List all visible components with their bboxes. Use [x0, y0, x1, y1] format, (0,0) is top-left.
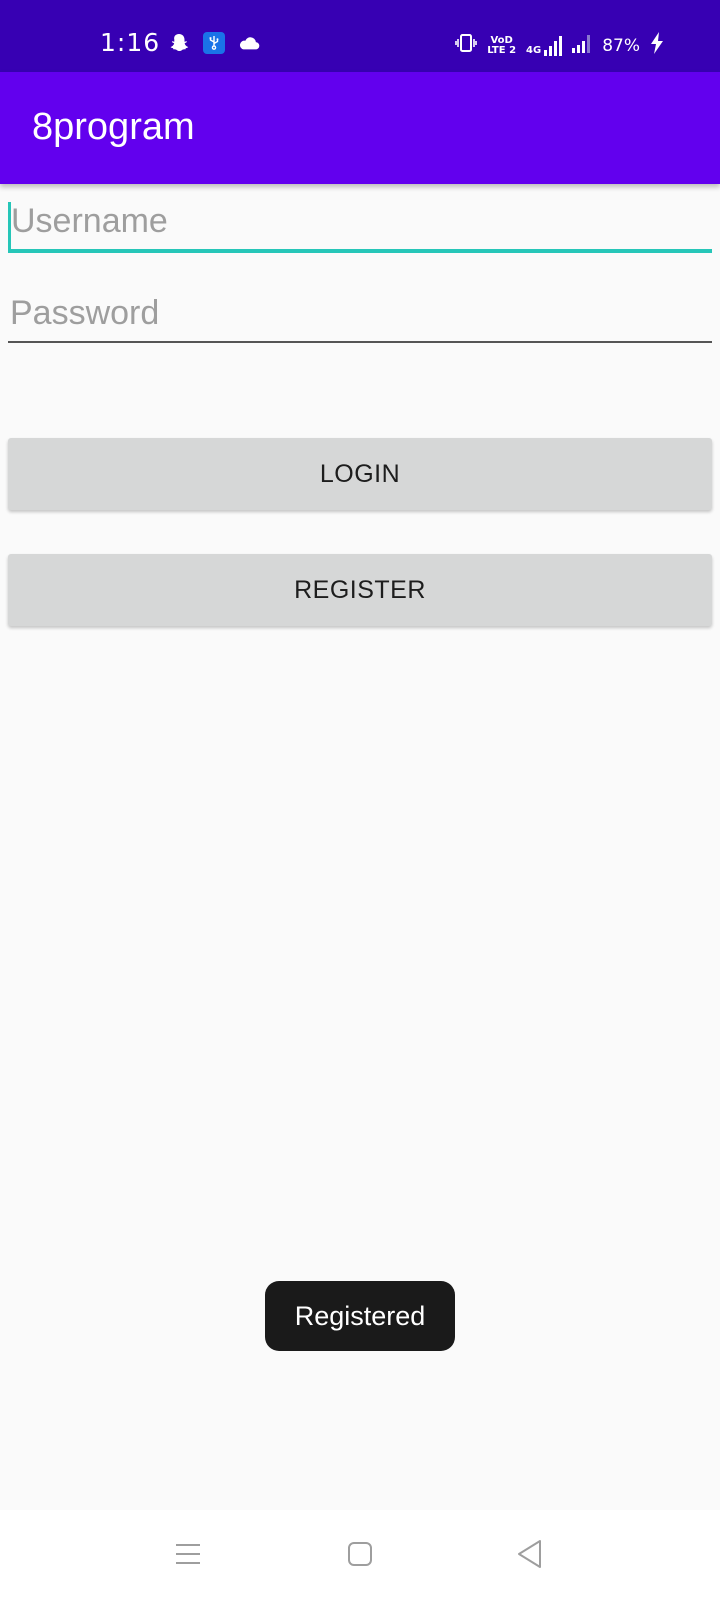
- system-status-icons: VoD LTE 2 4G 87%: [455, 32, 664, 59]
- register-button-label: REGISTER: [294, 575, 426, 604]
- app-screen: 1:16 VoD LTE 2 4G 87% 8program Username …: [0, 0, 720, 1600]
- username-input[interactable]: [8, 202, 712, 253]
- register-button[interactable]: REGISTER: [8, 554, 712, 626]
- volte-bottom-text: LTE 2: [487, 44, 517, 56]
- usb-debug-icon: [203, 32, 225, 54]
- status-bar: 1:16 VoD LTE 2 4G 87%: [0, 0, 720, 72]
- username-field-container: [8, 202, 712, 253]
- login-button[interactable]: LOGIN: [8, 438, 712, 510]
- password-input[interactable]: [8, 294, 712, 343]
- battery-percent: 87%: [602, 35, 640, 56]
- volte-icon: VoD LTE 2: [487, 34, 517, 56]
- back-icon: [516, 1539, 544, 1574]
- signal-icon: [572, 33, 592, 58]
- toast-message: Registered: [265, 1281, 455, 1351]
- navigation-bar: [0, 1510, 720, 1600]
- status-time: 1:16: [100, 28, 161, 57]
- toast-text: Registered: [294, 1300, 426, 1331]
- volte-top-text: VoD: [490, 34, 513, 46]
- snapchat-icon: [168, 32, 190, 54]
- 4g-signal-icon: 4G: [526, 35, 563, 56]
- home-icon: [347, 1541, 373, 1572]
- recent-apps-button[interactable]: [172, 1540, 204, 1572]
- back-button[interactable]: [514, 1539, 546, 1574]
- login-button-label: LOGIN: [319, 459, 401, 488]
- recent-apps-icon: [174, 1542, 202, 1571]
- app-title: 8program: [32, 106, 195, 148]
- home-button[interactable]: [344, 1540, 376, 1572]
- vibrate-icon: [455, 33, 478, 58]
- cloud-icon: [238, 32, 260, 54]
- password-field-container: [8, 294, 712, 343]
- battery-charging-icon: [650, 32, 664, 59]
- app-bar: 8program: [0, 72, 720, 184]
- notification-icons: [168, 32, 260, 54]
- network-type-text: 4G: [526, 44, 542, 56]
